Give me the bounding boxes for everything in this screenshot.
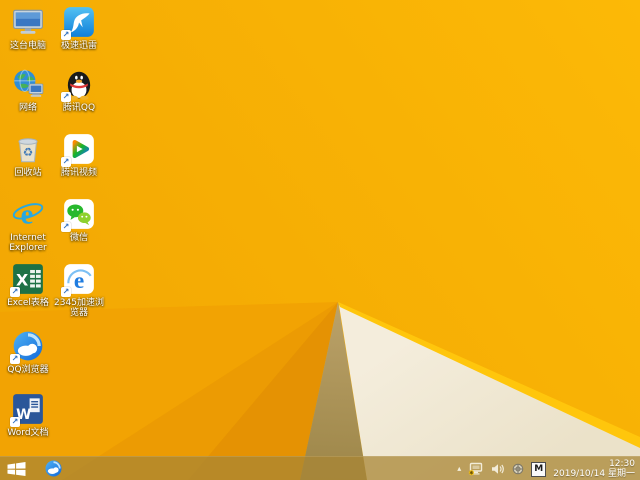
start-button[interactable] <box>0 457 32 480</box>
desktop-icon-tencent-qq[interactable]: ↗ 腾讯QQ <box>50 67 108 113</box>
tray-utility-icon[interactable] <box>512 463 524 475</box>
windows-logo-icon <box>7 461 25 476</box>
tray-clock[interactable]: 12:30 2019/10/14 星期一 <box>553 459 635 479</box>
icon-label: 腾讯视频 <box>60 168 97 178</box>
recycle-bin-icon: ♻ <box>11 132 45 166</box>
desktop-icon-recycle-bin[interactable]: ♻ 回收站 <box>2 132 54 178</box>
desktop-icon-this-pc[interactable]: 这台电脑 <box>2 5 54 51</box>
icon-label: 这台电脑 <box>9 41 46 51</box>
svg-text:e: e <box>21 199 34 231</box>
tencent-video-icon: ↗ <box>61 132 96 167</box>
desktop-icon-xunlei[interactable]: ↗ 极速迅雷 <box>50 5 108 51</box>
shortcut-arrow-icon: ↗ <box>61 157 71 167</box>
2345-browser-icon: e ↗ <box>61 262 96 297</box>
wechat-icon: ↗ <box>61 197 96 232</box>
qq-browser-icon: ↗ <box>10 329 45 364</box>
ime-indicator[interactable]: M <box>531 461 547 477</box>
volume-icon[interactable] <box>491 463 505 475</box>
desktop-icon-internet-explorer[interactable]: e Internet Explorer <box>2 197 54 253</box>
icon-label: Word文档 <box>7 428 49 438</box>
network-status-icon[interactable]: ✱ <box>468 462 484 476</box>
xunlei-icon: ↗ <box>61 5 96 40</box>
tray-date: 2019/10/14 星期一 <box>553 469 635 479</box>
desktop: 这台电脑 ↗ 极速迅雷 网络 ↗ 腾讯QQ ♻ 回收站 ↗ 腾讯视频 e Int… <box>0 0 640 480</box>
this-pc-icon <box>11 5 45 39</box>
icon-label: 网络 <box>18 103 37 113</box>
desktop-icon-qq-browser[interactable]: ↗ QQ浏览器 <box>2 329 54 375</box>
svg-text:♻: ♻ <box>23 145 33 159</box>
network-icon <box>11 67 45 101</box>
icon-label: Excel表格 <box>7 298 49 308</box>
icon-label: 微信 <box>69 233 88 243</box>
shortcut-arrow-icon: ↗ <box>61 222 71 232</box>
excel-icon: X ↗ <box>10 262 45 297</box>
shortcut-arrow-icon: ↗ <box>61 30 71 40</box>
shortcut-arrow-icon: ↗ <box>61 92 71 102</box>
svg-text:e: e <box>74 268 84 294</box>
qq-penguin-icon: ↗ <box>61 67 96 102</box>
taskbar-qq-browser-button[interactable] <box>38 457 68 480</box>
icon-label: Internet Explorer <box>9 233 47 253</box>
shortcut-arrow-icon: ↗ <box>10 354 20 364</box>
desktop-icon-2345-browser[interactable]: e ↗ 2345加速浏览器 <box>50 262 108 318</box>
icon-label: 回收站 <box>14 168 42 178</box>
shortcut-arrow-icon: ↗ <box>10 417 20 427</box>
shortcut-arrow-icon: ↗ <box>10 287 20 297</box>
internet-explorer-icon: e <box>11 197 45 231</box>
icon-label: 极速迅雷 <box>60 41 97 51</box>
icon-label: QQ浏览器 <box>7 365 49 375</box>
desktop-icon-tencent-video[interactable]: ↗ 腾讯视频 <box>50 132 108 178</box>
tray-time: 12:30 <box>609 459 635 469</box>
desktop-icon-excel[interactable]: X ↗ Excel表格 <box>2 262 54 308</box>
qq-browser-icon <box>44 460 62 477</box>
icon-label: 腾讯QQ <box>62 103 96 113</box>
shortcut-arrow-icon: ↗ <box>61 287 71 297</box>
word-icon: W ↗ <box>10 392 45 427</box>
show-hidden-icons-chevron[interactable]: ▴ <box>457 465 461 473</box>
desktop-icon-word[interactable]: W ↗ Word文档 <box>2 392 54 438</box>
taskbar: ▴ ✱ M 12:30 2019/10/14 星期一 <box>0 456 640 480</box>
icon-label: 2345加速浏览器 <box>54 298 104 318</box>
desktop-icon-network[interactable]: 网络 <box>2 67 54 113</box>
system-tray: ▴ ✱ M 12:30 2019/10/14 星期一 <box>457 457 635 480</box>
desktop-icon-wechat[interactable]: ↗ 微信 <box>50 197 108 243</box>
